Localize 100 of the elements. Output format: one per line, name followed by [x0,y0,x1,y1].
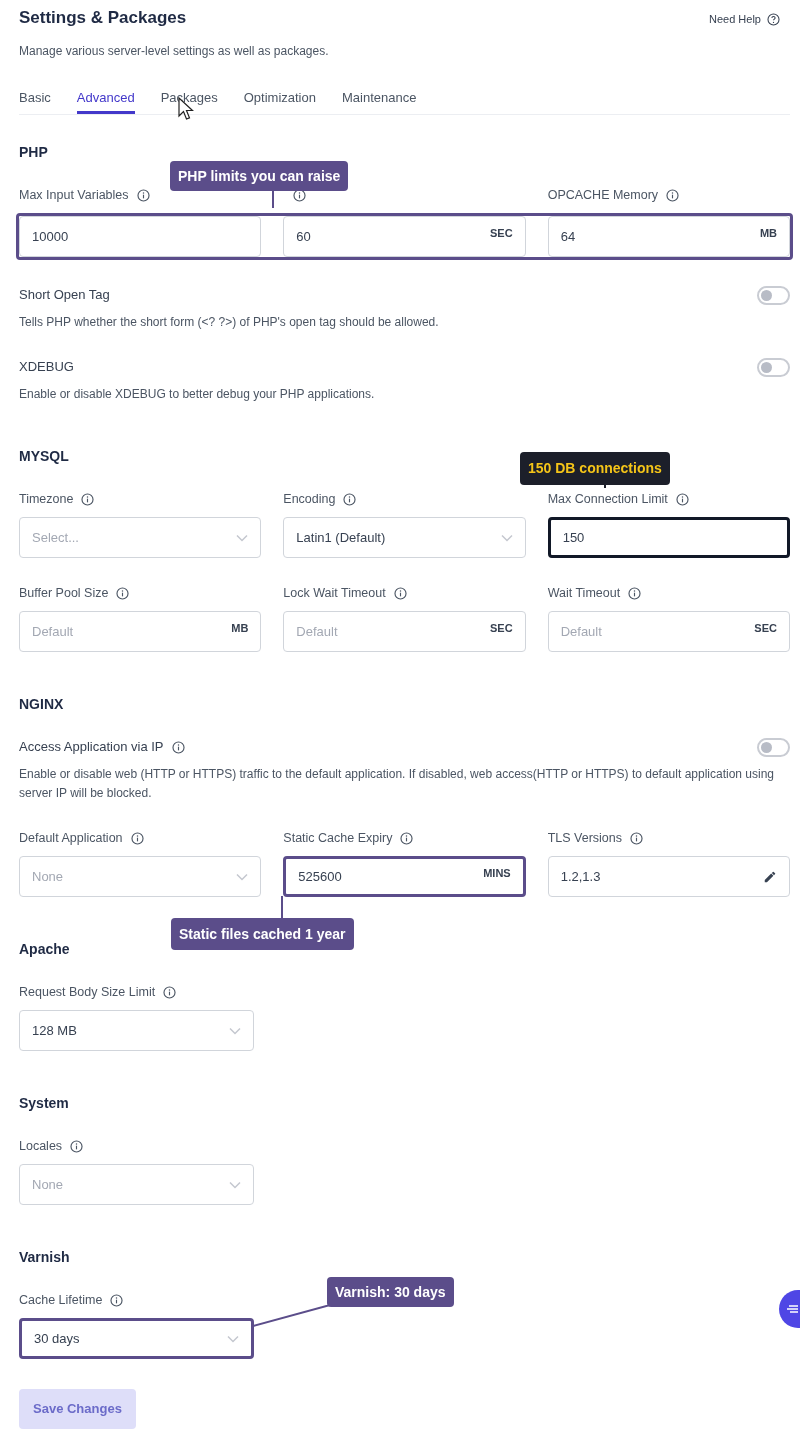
field-label: Static Cache Expiry [283,831,393,845]
toggle-switch[interactable] [757,737,790,757]
field-placeholder: Default [296,622,338,641]
setting-label: Short Open Tag [19,286,110,305]
section-heading: MYSQL [19,447,69,466]
info-icon[interactable] [110,1293,124,1307]
field-label: Buffer Pool Size [19,586,109,600]
field-label: Encoding [283,492,336,506]
field-label: Timezone [19,492,74,506]
field-placeholder: Select... [32,528,79,547]
field-value: 525600 [298,867,342,886]
page-title: Settings & Packages [19,8,187,28]
field-label: TLS Versions [547,831,622,845]
field-value: 128 MB [32,1021,77,1040]
field-value: 60 [296,227,311,246]
tab[interactable]: Basic [19,90,51,114]
unit-label: MB [231,621,249,637]
input-field[interactable]: 1.2,1.3 [547,856,790,897]
help-link[interactable]: Need Help [709,11,761,28]
unit-label: SEC [490,621,513,637]
input-field[interactable]: 525600 MINS [283,856,526,897]
field-label: OPCACHE Memory [547,188,659,202]
input-field[interactable]: 150 [547,517,790,558]
section-heading: System [19,1094,69,1113]
field-label: Locales [19,1139,63,1153]
unit-label: MINS [483,866,511,882]
tab[interactable]: Advanced [76,90,135,114]
field-value: 64 [560,227,576,246]
info-icon[interactable] [343,492,357,506]
info-icon[interactable] [163,985,177,999]
info-icon[interactable] [116,586,130,600]
info-icon[interactable] [400,831,414,845]
info-icon[interactable] [628,586,642,600]
help-icon[interactable] [767,12,780,26]
section-heading: NGINX [19,695,64,714]
field-label: Wait Timeout [547,586,621,600]
info-icon[interactable] [630,831,643,845]
tab[interactable]: Maintenance [341,90,417,114]
leader-line [280,896,284,919]
info-icon[interactable] [393,586,407,600]
info-icon[interactable] [136,188,150,202]
field-placeholder: Default [32,622,74,641]
input-field[interactable]: 60 SEC [283,216,526,257]
select-field[interactable]: 128 MB [19,1010,254,1051]
input-field[interactable]: Default SEC [283,611,526,652]
input-field[interactable]: Default SEC [547,611,790,652]
field-value: 1.2,1.3 [560,867,601,886]
chat-icon [787,1304,800,1314]
chevron-down-icon [229,1026,241,1035]
field-placeholder: None [32,1175,64,1194]
field-value: Latin1 (Default) [296,528,386,547]
field-placeholder: Default [560,622,602,641]
unit-label: MB [759,226,777,242]
toggle-switch[interactable] [757,357,790,377]
info-icon[interactable] [70,1139,84,1153]
setting-label: Access Application via IP [19,738,164,757]
callout: PHP limits you can raise [170,161,349,191]
chevron-down-icon [236,872,249,881]
field-label: Max Connection Limit [547,492,668,506]
setting-label: XDEBUG [19,358,74,377]
field-label: Cache Lifetime [19,1293,103,1307]
info-icon[interactable] [171,740,185,754]
field-label: Request Body Size Limit [19,985,156,999]
chevron-down-icon [236,533,249,542]
input-field[interactable]: Default MB [19,611,262,652]
section-heading: PHP [19,143,48,162]
callout: Static files cached 1 year [171,918,354,950]
info-icon[interactable] [130,831,144,845]
section-heading: Apache [19,940,70,959]
field-value: 150 [562,528,585,547]
field-value: 10000 [32,227,69,246]
setting-description: Tells PHP whether the short form (<? ?>) of PHP's open tag should be allowed. [19,314,440,331]
chevron-down-icon [229,1180,241,1189]
field-label: Default Application [19,831,123,845]
setting-description: Enable or disable web (HTTP or HTTPS) traffic to the default application. If disabled, web access(HTTP or HTTPS) to default application using server IP will be blocked. [19,766,776,802]
tab[interactable]: Optimization [243,90,316,114]
leader-line [603,485,607,489]
info-icon[interactable] [81,492,95,506]
info-icon[interactable] [293,188,307,202]
setting-description: Enable or disable XDEBUG to better debug your PHP applications. [19,386,376,403]
field-value: 30 days [34,1329,80,1348]
chevron-down-icon [227,1334,239,1343]
select-field[interactable]: 30 days [19,1318,254,1359]
input-field[interactable]: 64 MB [547,216,790,257]
select-field[interactable]: Latin1 (Default) [283,517,526,558]
callout: 150 DB connections [520,452,670,485]
input-field[interactable]: 10000 [19,216,262,257]
unit-label: SEC [490,226,513,242]
chevron-down-icon [500,533,513,542]
info-icon[interactable] [675,492,689,506]
field-placeholder: None [32,867,64,886]
pencil-icon[interactable] [763,869,777,884]
section-heading: Varnish [19,1248,70,1267]
unit-label: SEC [754,621,777,637]
field-label: Max Input Variables [19,188,129,202]
callout: Varnish: 30 days [327,1277,454,1307]
info-icon[interactable] [666,188,680,202]
toggle-switch[interactable] [757,285,790,305]
page-subtitle: Manage various server-level settings as well as packages. [19,43,330,60]
tab[interactable]: Packages [160,90,218,114]
